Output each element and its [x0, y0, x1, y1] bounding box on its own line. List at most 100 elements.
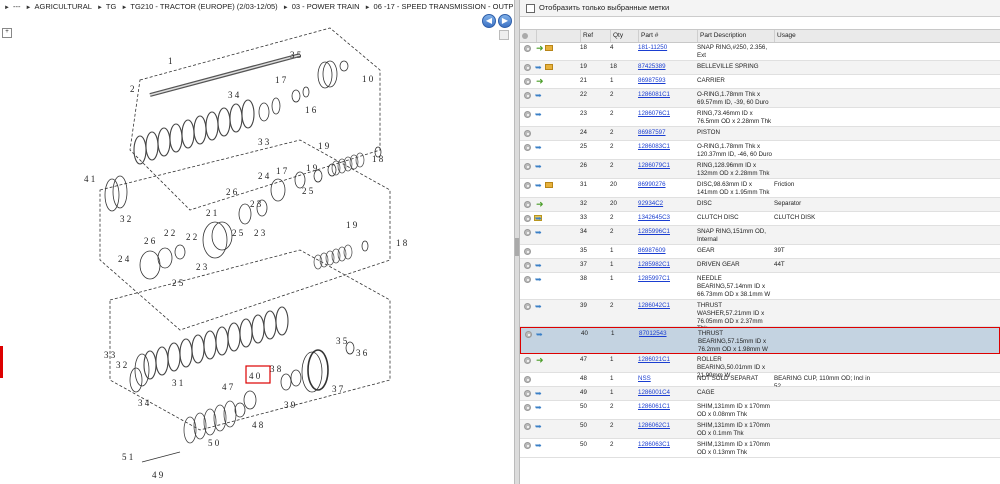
callout-label[interactable]: 1 9	[346, 220, 358, 230]
blue-arrow-icon[interactable]: ➥	[535, 92, 542, 100]
green-arrow-icon[interactable]: ➜	[536, 356, 544, 365]
callout-label[interactable]: 3 7	[332, 384, 344, 394]
info-circle-icon[interactable]	[524, 357, 531, 364]
info-circle-icon[interactable]	[524, 163, 531, 170]
blue-arrow-icon[interactable]: ➥	[535, 423, 542, 431]
callout-label[interactable]: 3 3	[258, 137, 270, 147]
table-row[interactable]: 35 1 86987609 GEAR 39T	[520, 245, 1000, 259]
info-circle-icon[interactable]	[524, 248, 531, 255]
part-number-link[interactable]: NSS	[638, 375, 696, 383]
table-row[interactable]: ➜ 32 20 92934C2 DISC Separator	[520, 198, 1000, 212]
callout-label[interactable]: 2 2	[164, 228, 175, 238]
callout-label[interactable]: 2 4	[118, 254, 130, 264]
breadcrumb-item[interactable]: TG210 - TRACTOR (EUROPE) (2/03-12/05)	[130, 2, 277, 11]
header-desc[interactable]: Part Description	[697, 30, 774, 42]
green-arrow-icon[interactable]: ➜	[536, 77, 544, 86]
table-row[interactable]: ➥ 34 2 1285996C1 SNAP RING,151mm OD, Interna…	[520, 226, 1000, 245]
part-number-link[interactable]: 1286062C1	[638, 422, 696, 430]
callout-label[interactable]: 3 1	[172, 378, 183, 388]
green-arrow-icon[interactable]: ➜	[536, 44, 544, 53]
info-circle-icon[interactable]	[524, 111, 531, 118]
callout-label[interactable]: 2 1	[206, 208, 217, 218]
table-row[interactable]: ➥ 31 20 86990276 DISC,98.63mm ID x 141mm OD …	[520, 179, 1000, 198]
callout-label[interactable]: 1 7	[275, 75, 287, 85]
info-circle-icon[interactable]	[524, 276, 531, 283]
callout-label[interactable]: 3 5	[290, 50, 302, 60]
callout-label[interactable]: 4 0	[249, 371, 261, 381]
table-row[interactable]: ➥ 33 2 1342645C3 CLUTCH DISC CLUTCH DISK	[520, 212, 1000, 226]
part-number-link[interactable]: 1286083C1	[638, 143, 696, 151]
callout-label[interactable]: 4 8	[252, 420, 264, 430]
table-row[interactable]: ➥ 38 1 1285997C1 NEEDLE BEARING,57.14mm ID x…	[520, 273, 1000, 300]
part-number-link[interactable]: 1285982C1	[638, 261, 696, 269]
callout-label[interactable]: 1 0	[362, 74, 374, 84]
table-row[interactable]: ➜ 47 1 1286021C1 ROLLER BEARING,50.01mm ID x…	[520, 354, 1000, 379]
blue-arrow-icon[interactable]: ➥	[535, 64, 542, 72]
table-row[interactable]: ➥ 37 1 1285982C1 DRIVEN GEAR 44T	[520, 259, 1000, 273]
info-circle-icon[interactable]	[524, 390, 531, 397]
callout-label[interactable]: 4 1	[84, 174, 95, 184]
callout-label[interactable]: 2 3	[250, 199, 262, 209]
table-row[interactable]: 24 2 86987597 PISTON	[520, 127, 1000, 141]
package-icon[interactable]	[545, 64, 553, 70]
exploded-diagram[interactable]: 1 2 3 5 1 0 1 6 1 7 3 4 3 3 1 9 1 8 2 4 …	[0, 14, 512, 484]
table-row[interactable]: ➜ 21 1 86987593 CARRIER	[520, 75, 1000, 89]
part-number-link[interactable]: 1342645C3	[638, 214, 696, 222]
header-usage[interactable]: Usage	[774, 30, 1000, 42]
table-row[interactable]: ➥ 39 2 1286042C1 THRUST WASHER,57.21mm ID x …	[520, 300, 1000, 332]
blue-arrow-icon[interactable]: ➥	[535, 144, 542, 152]
show-selected-checkbox[interactable]	[526, 3, 535, 13]
info-circle-icon[interactable]	[524, 92, 531, 99]
blue-arrow-icon[interactable]: ➥	[535, 390, 542, 398]
info-circle-icon[interactable]	[524, 78, 531, 85]
part-number-link[interactable]: 87425389	[638, 63, 696, 71]
callout-label[interactable]: 2	[130, 84, 135, 94]
callout-label[interactable]: 1 7	[276, 166, 288, 176]
breadcrumb-item[interactable]: 03 - POWER TRAIN	[292, 2, 360, 11]
table-row[interactable]: ➥ 49 1 1286001C4 CAGE	[520, 387, 1000, 401]
callout-label[interactable]: 1 9	[306, 163, 318, 173]
callout-label[interactable]: 5 0	[208, 438, 220, 448]
callout-label[interactable]: 3 4	[228, 90, 240, 100]
callout-label[interactable]: 3 4	[138, 398, 150, 408]
info-circle-icon[interactable]	[524, 130, 531, 137]
info-circle-icon[interactable]	[524, 64, 531, 71]
callout-label[interactable]: 2 4	[258, 171, 270, 181]
part-number-link[interactable]: 86987609	[638, 247, 696, 255]
table-row[interactable]: ➥ 26 2 1286079C1 RING,128.96mm ID x 132mm OD…	[520, 160, 1000, 179]
part-number-link[interactable]: 1286021C1	[638, 356, 696, 364]
package-icon[interactable]	[545, 182, 553, 188]
info-circle-icon[interactable]	[524, 404, 531, 411]
callout-label[interactable]: 1 8	[372, 154, 384, 164]
part-number-link[interactable]: 87012543	[639, 330, 697, 338]
callout-label[interactable]: 1 9	[318, 141, 330, 151]
blue-arrow-icon[interactable]: ➥	[535, 182, 542, 190]
blue-arrow-icon[interactable]: ➥	[535, 262, 542, 270]
blue-arrow-icon[interactable]: ➥	[535, 163, 542, 171]
info-circle-icon[interactable]	[524, 182, 531, 189]
callout-label[interactable]: 3 9	[284, 400, 296, 410]
part-number-link[interactable]: 1285997C1	[638, 275, 696, 283]
info-circle-icon[interactable]	[525, 331, 532, 338]
blue-arrow-icon[interactable]: ➥	[535, 111, 542, 119]
info-circle-icon[interactable]	[524, 262, 531, 269]
blue-arrow-icon[interactable]: ➥	[535, 215, 542, 223]
splitter-grip[interactable]	[515, 238, 519, 256]
blue-arrow-icon[interactable]: ➥	[535, 229, 542, 237]
callout-label[interactable]: 3 3	[104, 350, 116, 360]
package-icon[interactable]	[545, 45, 553, 51]
part-number-link[interactable]: 1286061C1	[638, 403, 696, 411]
callout-label[interactable]: 2 6	[226, 187, 238, 197]
callout-label[interactable]: 2 3	[196, 262, 208, 272]
callout-label[interactable]: 1 8	[396, 238, 408, 248]
blue-arrow-icon[interactable]: ➥	[536, 331, 543, 339]
table-row[interactable]: ➥ 50 2 1286062C1 SHIM,131mm ID x 170mm OD x …	[520, 420, 1000, 439]
table-row[interactable]: ➥ 50 2 1286063C1 SHIM,131mm ID x 170mm OD x …	[520, 439, 1000, 458]
table-row[interactable]: ➥ 19 18 87425389 BELLEVILLE SPRING	[520, 61, 1000, 75]
green-arrow-icon[interactable]: ➜	[536, 200, 544, 209]
part-number-link[interactable]: 1286001C4	[638, 389, 696, 397]
callout-label[interactable]: 3 8	[270, 364, 282, 374]
settings-icon[interactable]	[522, 33, 528, 39]
info-circle-icon[interactable]	[524, 45, 531, 52]
info-circle-icon[interactable]	[524, 303, 531, 310]
